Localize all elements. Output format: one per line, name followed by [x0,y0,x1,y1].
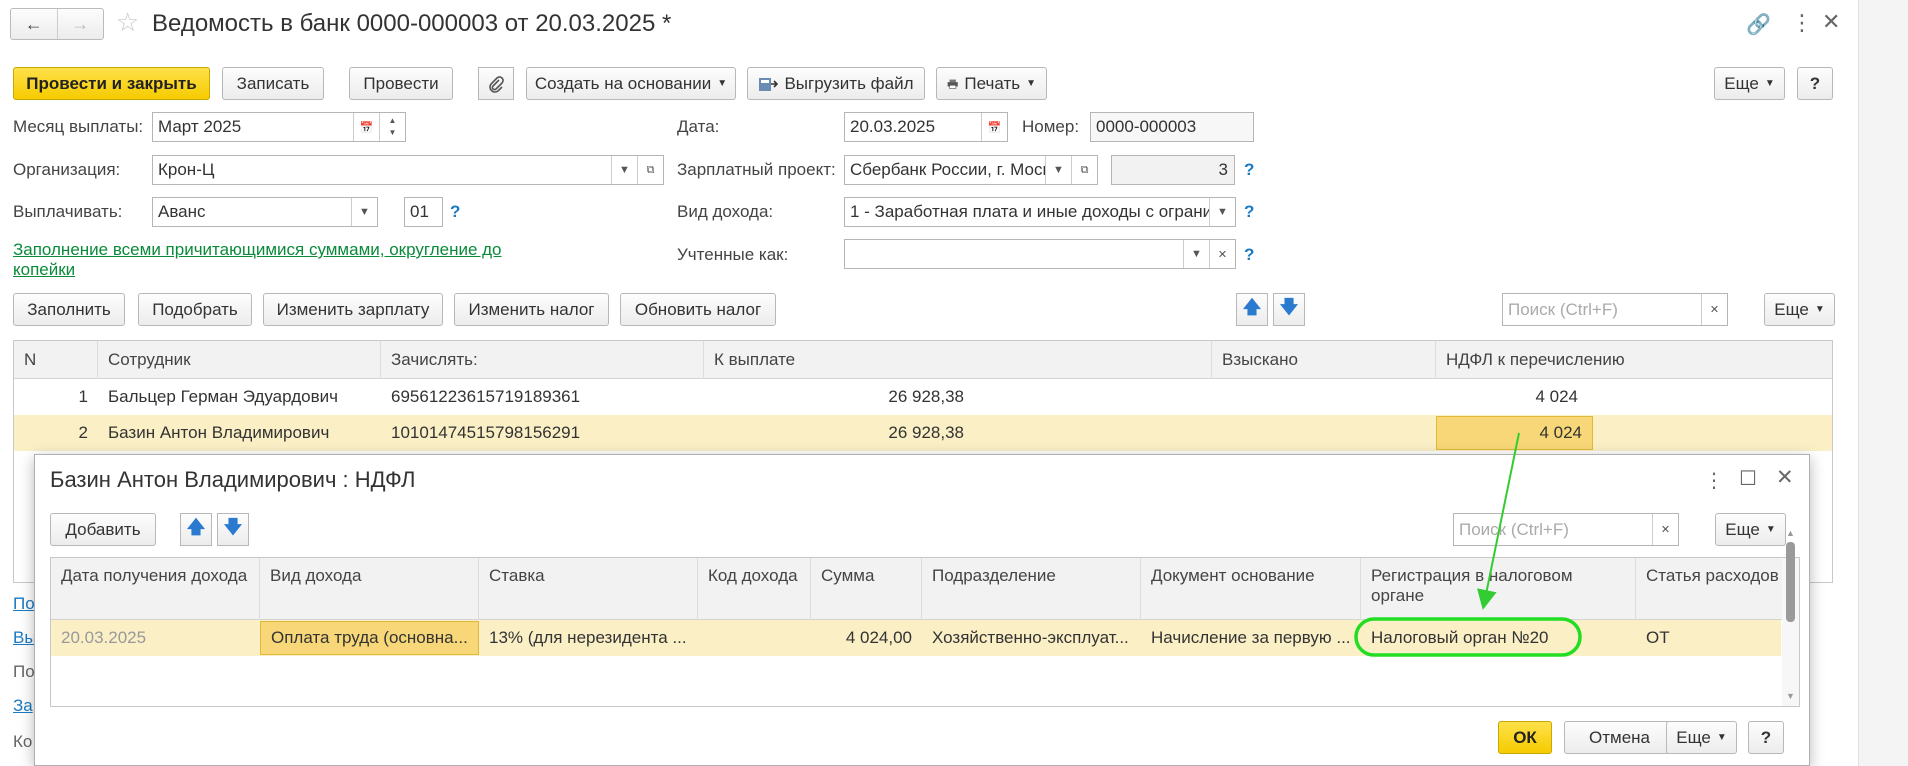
annotation-overlay [1354,432,1582,657]
annotation-arrow [1477,432,1520,610]
annotation-highlight-ellipse [1354,617,1582,657]
